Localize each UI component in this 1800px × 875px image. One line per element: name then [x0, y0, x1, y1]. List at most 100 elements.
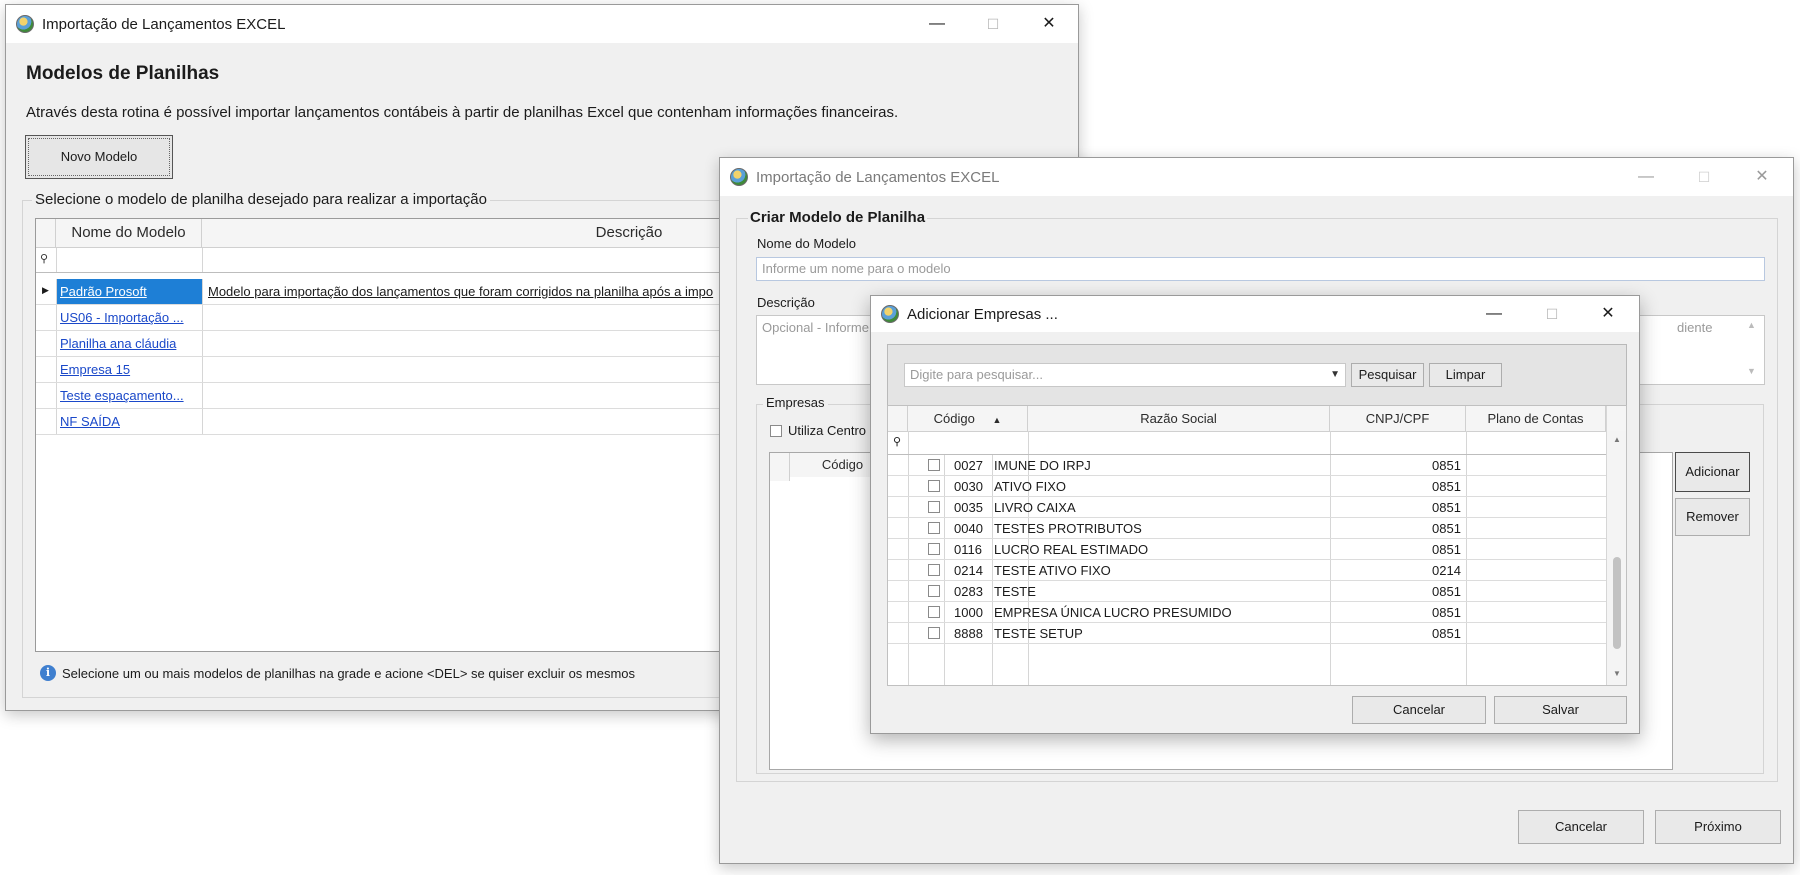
- description-placeholder-tail: diente: [1677, 320, 1713, 335]
- table-row[interactable]: 0027 IMUNE DO IRPJ 0851: [888, 455, 1606, 476]
- window-title: Importação de Lançamentos EXCEL: [756, 169, 1000, 186]
- minimize-button[interactable]: —: [1465, 296, 1523, 332]
- row-checkbox[interactable]: [928, 606, 940, 618]
- model-name[interactable]: Teste espaçamento...: [60, 388, 184, 403]
- dialog-save-button[interactable]: Salvar: [1494, 696, 1627, 724]
- model-name[interactable]: Padrão Prosoft: [60, 284, 147, 299]
- company-plan: 0851: [1432, 605, 1461, 620]
- window-title: Importação de Lançamentos EXCEL: [42, 16, 286, 33]
- model-name-field[interactable]: Informe um nome para o modelo: [756, 257, 1765, 281]
- description-label: Descrição: [757, 295, 815, 310]
- models-group-label: Selecione o modelo de planilha desejado …: [32, 191, 490, 208]
- scroll-up-icon[interactable]: ▲: [1613, 435, 1621, 444]
- add-companies-dialog: Adicionar Empresas ... — ☐ ✕ Digite para…: [870, 295, 1640, 734]
- cancel-button[interactable]: Cancelar: [1518, 810, 1644, 844]
- company-code: 0030: [954, 479, 983, 494]
- row-checkbox[interactable]: [928, 543, 940, 555]
- app-icon: [16, 15, 34, 33]
- pin-icon: ⚲: [893, 436, 902, 448]
- dialog-titlebar[interactable]: Adicionar Empresas ... — ☐ ✕: [871, 296, 1639, 332]
- clear-button[interactable]: Limpar: [1429, 363, 1502, 387]
- company-name: TESTE: [994, 584, 1036, 599]
- page-title: Modelos de Planilhas: [26, 63, 220, 84]
- dialog-title: Adicionar Empresas ...: [907, 306, 1058, 323]
- app-icon: [881, 305, 899, 323]
- model-description[interactable]: Modelo para importação dos lançamentos q…: [208, 284, 713, 299]
- row-checkbox[interactable]: [928, 564, 940, 576]
- table-row[interactable]: 0283 TESTE 0851: [888, 581, 1606, 602]
- search-button[interactable]: Pesquisar: [1351, 363, 1424, 387]
- row-checkbox[interactable]: [928, 585, 940, 597]
- maximize-button[interactable]: ☐: [1523, 296, 1581, 332]
- remove-company-button[interactable]: Remover: [1675, 498, 1750, 536]
- sort-ascending-icon: ▲: [992, 415, 1002, 425]
- model-name[interactable]: Planilha ana cláudia: [60, 336, 176, 351]
- centro-checkbox[interactable]: [770, 425, 782, 437]
- company-name: LIVRO CAIXA: [994, 500, 1076, 515]
- maximize-button[interactable]: ☐: [964, 5, 1022, 43]
- row-checkbox[interactable]: [928, 501, 940, 513]
- create-titlebar[interactable]: Importação de Lançamentos EXCEL — ☐ ✕: [720, 158, 1793, 196]
- company-code: 0040: [954, 521, 983, 536]
- maximize-button[interactable]: ☐: [1675, 158, 1733, 196]
- close-button[interactable]: ✕: [1020, 5, 1078, 43]
- row-checkbox[interactable]: [928, 522, 940, 534]
- company-plan: 0851: [1432, 626, 1461, 641]
- table-row[interactable]: 0035 LIVRO CAIXA 0851: [888, 497, 1606, 518]
- filter-row[interactable]: ⚲: [888, 431, 1626, 455]
- table-row[interactable]: 1000 EMPRESA ÚNICA LUCRO PRESUMIDO 0851: [888, 602, 1606, 623]
- row-checkbox[interactable]: [928, 459, 940, 471]
- company-name: TESTE ATIVO FIXO: [994, 563, 1111, 578]
- row-divider: [56, 331, 57, 356]
- add-company-button[interactable]: Adicionar: [1675, 452, 1750, 492]
- app-icon: [730, 168, 748, 186]
- table-row[interactable]: 0116 LUCRO REAL ESTIMADO 0851: [888, 539, 1606, 560]
- column-header-nome[interactable]: Nome do Modelo: [56, 219, 202, 247]
- main-titlebar[interactable]: Importação de Lançamentos EXCEL — ☐ ✕: [6, 5, 1078, 43]
- company-plan: 0851: [1432, 521, 1461, 536]
- dialog-cancel-button[interactable]: Cancelar: [1352, 696, 1486, 724]
- table-row[interactable]: 0214 TESTE ATIVO FIXO 0214: [888, 560, 1606, 581]
- close-button[interactable]: ✕: [1579, 296, 1637, 332]
- model-name[interactable]: US06 - Importação ...: [60, 310, 184, 325]
- scrollbar-thumb[interactable]: [1613, 557, 1621, 649]
- row-divider: [202, 409, 203, 434]
- table-row[interactable]: 8888 TESTE SETUP 0851: [888, 623, 1606, 644]
- pin-icon: ⚲: [40, 253, 49, 265]
- company-plan: 0851: [1432, 479, 1461, 494]
- column-header-plano[interactable]: Plano de Contas: [1466, 406, 1606, 431]
- company-code: 0214: [954, 563, 983, 578]
- column-header-cnpj[interactable]: CNPJ/CPF: [1330, 406, 1466, 431]
- minimize-button[interactable]: —: [908, 5, 966, 43]
- company-code: 8888: [954, 626, 983, 641]
- model-name[interactable]: NF SAÍDA: [60, 414, 120, 429]
- row-checkbox[interactable]: [928, 480, 940, 492]
- scroll-up-icon[interactable]: ▲: [1747, 320, 1756, 330]
- search-input[interactable]: Digite para pesquisar... ▼: [904, 363, 1346, 387]
- filter-divider: [202, 248, 203, 272]
- filter-divider: [1330, 431, 1331, 454]
- info-icon: i: [40, 665, 56, 681]
- company-plan: 0851: [1432, 584, 1461, 599]
- vertical-scrollbar[interactable]: ▲ ▼: [1607, 431, 1626, 685]
- scroll-down-icon[interactable]: ▼: [1747, 366, 1756, 376]
- column-header-codigo[interactable]: Código ▲: [908, 406, 1028, 431]
- column-header-razao[interactable]: Razão Social: [1028, 406, 1330, 431]
- companies-grid: Código ▲ Razão Social CNPJ/CPF Plano de …: [887, 405, 1627, 686]
- company-plan: 0851: [1432, 458, 1461, 473]
- company-name: ATIVO FIXO: [994, 479, 1066, 494]
- empresas-label: Empresas: [763, 395, 828, 410]
- company-plan: 0851: [1432, 500, 1461, 515]
- table-row[interactable]: 0040 TESTES PROTRIBUTOS 0851: [888, 518, 1606, 539]
- row-checkbox[interactable]: [928, 627, 940, 639]
- minimize-button[interactable]: —: [1617, 158, 1675, 196]
- new-model-button[interactable]: Novo Modelo: [25, 135, 173, 179]
- centro-checkbox-label: Utiliza Centro: [788, 423, 867, 438]
- model-name[interactable]: Empresa 15: [60, 362, 130, 377]
- scroll-down-icon[interactable]: ▼: [1613, 669, 1621, 678]
- next-button[interactable]: Próximo: [1655, 810, 1781, 844]
- close-button[interactable]: ✕: [1733, 158, 1791, 196]
- filter-divider: [1028, 431, 1029, 454]
- chevron-down-icon[interactable]: ▼: [1330, 364, 1340, 386]
- table-row[interactable]: 0030 ATIVO FIXO 0851: [888, 476, 1606, 497]
